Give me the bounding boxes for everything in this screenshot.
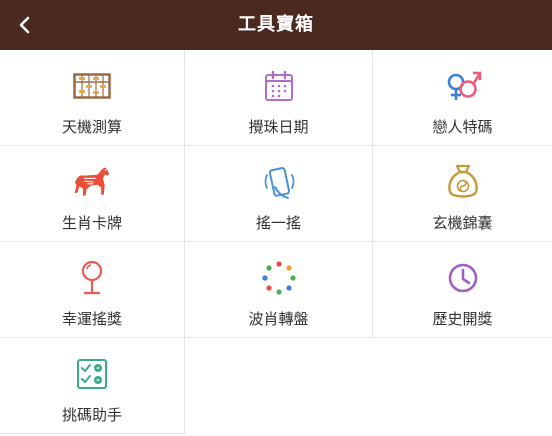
tool-label: 攪珠日期 bbox=[248, 118, 309, 136]
tool-grid: 天機測算 攪珠日期 戀人特碼 生肖卡牌 搖一搖 玄機錦囊 幸運搖獎 波肖轉盤 歷… bbox=[0, 50, 552, 436]
tool-label: 搖一搖 bbox=[255, 214, 301, 232]
tool-item-zodiac-cards[interactable]: 生肖卡牌 bbox=[0, 146, 185, 242]
tool-label: 波肖轉盤 bbox=[248, 310, 309, 328]
shaking-phone-icon bbox=[259, 162, 299, 202]
tool-item-tianji[interactable]: 天機測算 bbox=[0, 50, 185, 146]
app-header: 工具寶箱 bbox=[0, 0, 552, 50]
tool-label: 天機測算 bbox=[61, 118, 122, 136]
abacus-icon bbox=[72, 66, 112, 106]
chevron-left-icon bbox=[19, 16, 30, 34]
tool-item-shake[interactable]: 搖一搖 bbox=[185, 146, 373, 242]
horse-icon bbox=[72, 162, 112, 202]
tool-item-pick-assistant[interactable]: 挑碼助手 bbox=[0, 338, 185, 434]
calendar-icon bbox=[259, 66, 299, 106]
clock-icon bbox=[443, 258, 483, 298]
tool-label: 玄機錦囊 bbox=[432, 214, 493, 232]
tool-item-draw-history[interactable]: 歷史開獎 bbox=[373, 242, 552, 338]
lollipop-icon bbox=[72, 258, 112, 298]
tool-item-lucky-draw[interactable]: 幸運搖獎 bbox=[0, 242, 185, 338]
tool-label: 歷史開獎 bbox=[432, 310, 493, 328]
money-bag-icon bbox=[443, 162, 483, 202]
tool-label: 挑碼助手 bbox=[61, 406, 122, 424]
tool-label: 幸運搖獎 bbox=[61, 310, 122, 328]
tool-label: 生肖卡牌 bbox=[61, 214, 122, 232]
checklist-icon bbox=[72, 354, 112, 394]
tool-item-draw-date[interactable]: 攪珠日期 bbox=[185, 50, 373, 146]
tool-item-mystery-bag[interactable]: 玄機錦囊 bbox=[373, 146, 552, 242]
gender-symbols-icon bbox=[443, 66, 483, 106]
tool-item-lovers-code[interactable]: 戀人特碼 bbox=[373, 50, 552, 146]
page-title: 工具寶箱 bbox=[238, 14, 314, 35]
tool-item-wave-wheel[interactable]: 波肖轉盤 bbox=[185, 242, 373, 338]
dot-wheel-icon bbox=[259, 258, 299, 298]
back-button[interactable] bbox=[0, 0, 50, 50]
tool-label: 戀人特碼 bbox=[432, 118, 493, 136]
